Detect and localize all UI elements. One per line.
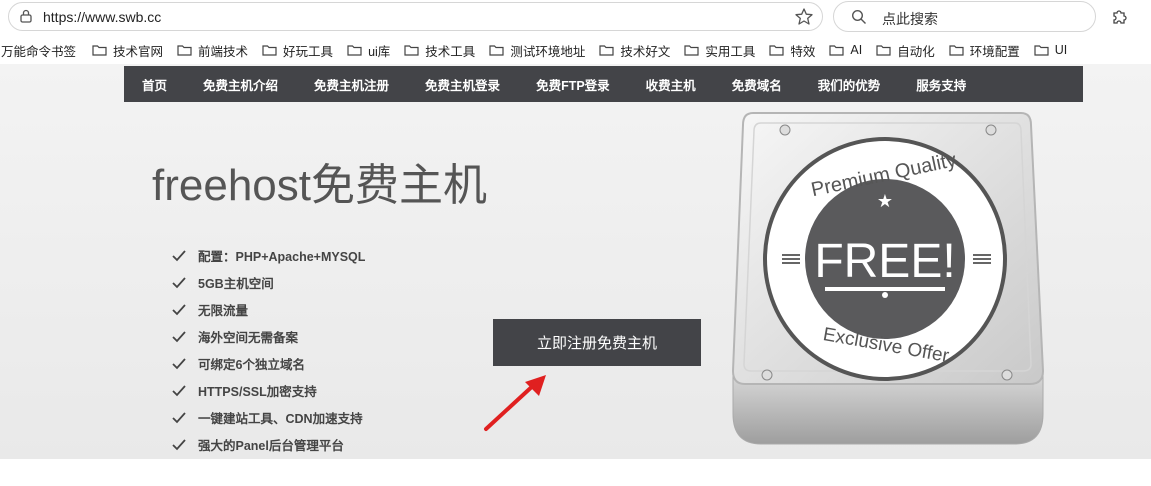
check-icon xyxy=(172,303,186,315)
folder-icon xyxy=(489,45,504,56)
bookmark-folder[interactable]: 前端技术 xyxy=(177,41,248,60)
bookmark-folder[interactable]: 技术官网 xyxy=(92,41,163,60)
check-icon xyxy=(172,411,186,423)
check-icon xyxy=(172,249,186,261)
red-arrow-annotation xyxy=(484,375,546,431)
feature-list: 配置：PHP+Apache+MYSQL 5GB主机空间 无限流量海外空间无需备案 可绑… xyxy=(172,242,365,458)
browser-toolbar: https://www.swb.cc 点此搜索 xyxy=(0,0,1151,35)
check-icon xyxy=(172,276,186,288)
bookmark-item[interactable]: 万能命令书签 xyxy=(1,41,76,60)
folder-icon xyxy=(949,45,964,56)
folder-icon xyxy=(1034,45,1049,56)
folder-icon xyxy=(684,45,699,56)
bookmark-folder[interactable]: 技术工具 xyxy=(404,41,475,60)
nav-item[interactable]: 免费FTP登录 xyxy=(518,75,628,94)
folder-icon xyxy=(262,45,277,56)
bookmark-folder[interactable]: UI xyxy=(1034,43,1068,57)
bookmark-label: 自动化 xyxy=(897,44,935,59)
nav-item[interactable]: 首页 xyxy=(124,75,185,94)
url-text[interactable]: https://www.swb.cc xyxy=(43,9,161,25)
bookmark-folder[interactable]: 技术好文 xyxy=(599,41,670,60)
bookmark-folder[interactable]: 环境配置 xyxy=(949,41,1020,60)
bookmark-folder[interactable]: 测试环境地址 xyxy=(489,41,585,60)
star-icon[interactable] xyxy=(794,7,814,27)
bookmark-folder[interactable]: AI xyxy=(829,43,862,57)
feature-label: 配置：PHP+Apache+MYSQL xyxy=(198,250,366,264)
folder-icon xyxy=(347,45,362,56)
search-icon xyxy=(851,9,866,24)
feature-label: 5GB主机空间 xyxy=(198,277,274,291)
search-placeholder[interactable]: 点此搜索 xyxy=(882,9,938,29)
feature-item: 配置：PHP+Apache+MYSQL xyxy=(172,242,365,269)
nav-item[interactable]: 收费主机 xyxy=(628,75,714,94)
bookmark-folder[interactable]: 实用工具 xyxy=(684,41,755,60)
feature-label: 无限流量 xyxy=(198,304,249,318)
check-icon xyxy=(172,330,186,342)
bookmark-label: AI xyxy=(850,43,863,57)
folder-icon xyxy=(876,45,891,56)
bookmark-label: 实用工具 xyxy=(705,44,756,59)
svg-text:★: ★ xyxy=(877,191,893,211)
feature-label: 强大的Panel后台管理平台 xyxy=(198,439,344,453)
bookmark-label: 特效 xyxy=(790,44,816,59)
feature-item: 一键建站工具、CDN加速支持 xyxy=(172,404,365,431)
nav-item[interactable]: 免费主机注册 xyxy=(296,75,407,94)
nav-item[interactable]: 免费主机介绍 xyxy=(185,75,296,94)
folder-icon xyxy=(599,45,614,56)
nav-item[interactable]: 服务支持 xyxy=(898,75,984,94)
feature-item: HTTPS/SSL加密支持 xyxy=(172,377,365,404)
search-box[interactable]: 点此搜索 xyxy=(833,1,1096,32)
check-icon xyxy=(172,384,186,396)
bookmark-label: UI xyxy=(1054,43,1068,57)
folder-icon xyxy=(829,45,844,56)
bookmark-label: 技术工具 xyxy=(425,44,476,59)
folder-icon xyxy=(769,45,784,56)
bookmark-folder[interactable]: 好玩工具 xyxy=(262,41,333,60)
page-bottom-blank xyxy=(0,459,1151,486)
bookmark-label: 前端技术 xyxy=(198,44,249,59)
feature-label: 一键建站工具、CDN加速支持 xyxy=(198,412,363,426)
bookmark-label: 技术好文 xyxy=(620,44,671,59)
lock-icon[interactable] xyxy=(19,9,33,23)
check-icon xyxy=(172,438,186,450)
folder-icon xyxy=(177,45,192,56)
bookmark-folder[interactable]: 特效 xyxy=(769,41,815,60)
bookmark-folder[interactable]: 自动化 xyxy=(876,41,935,60)
nav-item[interactable]: 免费域名 xyxy=(714,75,800,94)
check-icon xyxy=(172,357,186,369)
bookmark-label: 技术官网 xyxy=(113,44,164,59)
feature-item: 可绑定6个独立域名 xyxy=(172,350,365,377)
page-content: 首页 免费主机介绍 免费主机注册 免费主机登录 免费FTP登录 收费主机 免费域名 我们的优势… xyxy=(0,64,1151,459)
feature-label: 海外空间无需备案 xyxy=(198,331,299,345)
free-badge-illustration: Premium Quality ★ FREE! Exclusive Offer xyxy=(731,112,1045,445)
hero-title: freehost免费主机 xyxy=(152,161,487,210)
feature-item: 无限流量 xyxy=(172,296,365,323)
register-button[interactable]: 立即注册免费主机 xyxy=(493,319,701,366)
bookmarks-bar: 万能命令书签 技术官网 前端技术 好玩工具 ui库 技术工具 测试环境地址 技术好文 实用工具… xyxy=(0,36,1151,64)
nav-item[interactable]: 免费主机登录 xyxy=(407,75,518,94)
feature-label: 可绑定6个独立域名 xyxy=(198,358,305,372)
main-nav: 首页 免费主机介绍 免费主机注册 免费主机登录 免费FTP登录 收费主机 免费域名 我们的优势… xyxy=(124,66,1083,102)
nav-item[interactable]: 我们的优势 xyxy=(800,75,899,94)
badge-center-text: FREE! xyxy=(814,235,955,288)
feature-item: 强大的Panel后台管理平台 xyxy=(172,431,365,458)
bookmark-label: 测试环境地址 xyxy=(510,44,586,59)
feature-item: 5GB主机空间 xyxy=(172,269,365,296)
bookmark-label: 环境配置 xyxy=(969,44,1020,59)
folder-icon xyxy=(404,45,419,56)
feature-label: HTTPS/SSL加密支持 xyxy=(198,385,317,399)
folder-icon xyxy=(92,45,107,56)
extension-icon[interactable] xyxy=(1110,6,1130,26)
bookmark-folder[interactable]: ui库 xyxy=(347,41,390,60)
feature-item: 海外空间无需备案 xyxy=(172,323,365,350)
bookmark-label: ui库 xyxy=(368,44,391,59)
address-bar[interactable]: https://www.swb.cc xyxy=(8,2,823,31)
bookmark-label: 好玩工具 xyxy=(283,44,334,59)
